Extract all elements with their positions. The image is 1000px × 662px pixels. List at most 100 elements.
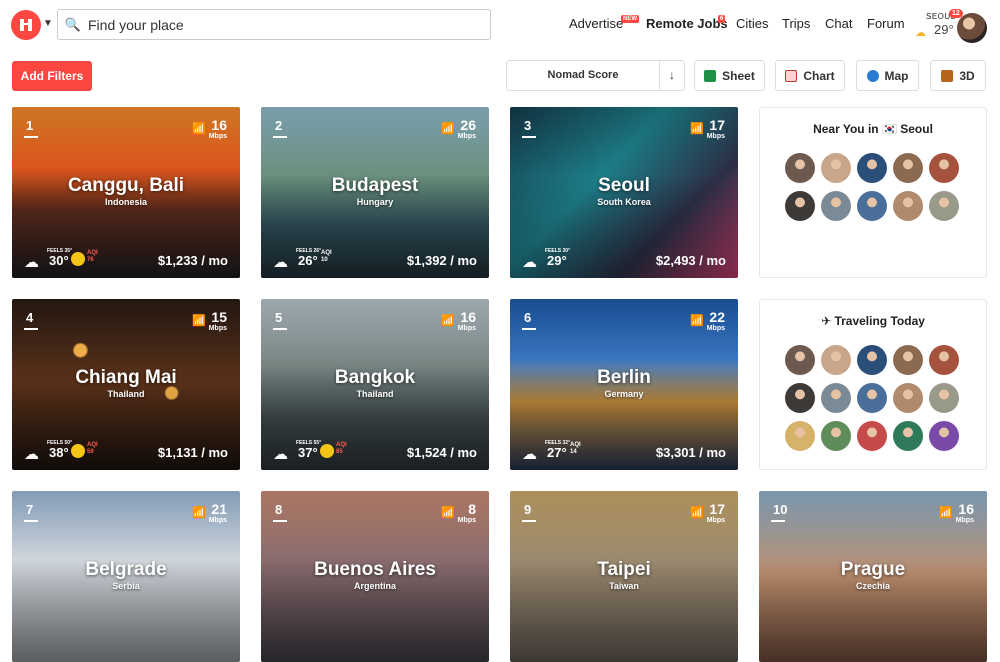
cost-per-month: $2,493 / mo: [655, 253, 726, 268]
cost-per-month: $3,301 / mo: [655, 445, 726, 460]
logo-icon: [20, 19, 32, 31]
city-card[interactable]: 3 📶 17 Mbps Seoul South Korea ☁ FEELS 30° 29° $2,…: [510, 107, 738, 278]
wifi-value: 22: [709, 309, 725, 325]
avatar[interactable]: [857, 191, 887, 221]
city-card[interactable]: 9 📶 17 Mbps Taipei Taiwan: [510, 491, 738, 662]
temperature: 38°: [49, 445, 69, 460]
city-card[interactable]: 6 📶 22 Mbps Berlin Germany ☁ FEELS 32° 27° $3,301…: [510, 299, 738, 470]
nav-remote-jobs[interactable]: Remote Jobs: [646, 16, 728, 31]
nav-trips[interactable]: Trips: [782, 16, 810, 31]
city-card[interactable]: 8 📶 8 Mbps Buenos Aires Argentina: [261, 491, 489, 662]
aqi-value: 10: [321, 257, 328, 263]
wifi-value: 16: [958, 501, 974, 517]
city-card[interactable]: 5 📶 16 Mbps Bangkok Thailand ☁ FEELS 55° 37° $1,5…: [261, 299, 489, 470]
avatar[interactable]: [785, 153, 815, 183]
aqi-label: AQI: [87, 442, 98, 448]
nav-chat[interactable]: Chat: [825, 16, 852, 31]
chart-button[interactable]: Chart: [775, 60, 845, 91]
sort-select[interactable]: Nomad Score ↓: [506, 60, 685, 91]
cost-per-month: $1,233 / mo: [157, 253, 228, 268]
logo[interactable]: [11, 10, 41, 40]
temperature: 27°: [547, 445, 567, 460]
city-card[interactable]: 4 📶 15 Mbps Chiang Mai Thailand ☁ FEELS 50° 38° $…: [12, 299, 240, 470]
add-filters-button[interactable]: Add Filters: [12, 61, 92, 91]
avatar[interactable]: [857, 345, 887, 375]
sort-direction-button[interactable]: ↓: [660, 61, 684, 90]
wifi-value: 26: [460, 117, 476, 133]
aqi-face-icon: [71, 252, 85, 266]
avatar[interactable]: [785, 383, 815, 413]
wifi-value: 8: [468, 501, 476, 517]
avatar[interactable]: [957, 13, 987, 43]
nav-cities[interactable]: Cities: [736, 16, 769, 31]
weather-temp: 29°: [934, 22, 954, 37]
search-box: 🔍: [57, 9, 491, 40]
avatar[interactable]: [929, 345, 959, 375]
country-name: South Korea: [597, 197, 651, 207]
wifi-icon: 📶: [690, 315, 704, 327]
avatar[interactable]: [893, 191, 923, 221]
avatar[interactable]: [929, 153, 959, 183]
city-card[interactable]: 7 📶 21 Mbps Belgrade Serbia: [12, 491, 240, 662]
wifi-speed: 8 Mbps: [458, 501, 476, 524]
avatar[interactable]: [785, 191, 815, 221]
avatar[interactable]: [821, 421, 851, 451]
avatar[interactable]: [929, 383, 959, 413]
temperature: 29°: [547, 253, 567, 268]
sort-label: Nomad Score: [507, 61, 660, 90]
wifi-icon: 📶: [690, 123, 704, 135]
rank: 4: [23, 310, 39, 330]
sheet-icon: [704, 69, 717, 82]
wifi-icon: 📶: [441, 123, 455, 135]
avatar[interactable]: [893, 345, 923, 375]
avatar[interactable]: [821, 191, 851, 221]
avatar[interactable]: [821, 345, 851, 375]
avatar[interactable]: [893, 153, 923, 183]
wifi-value: 16: [460, 309, 476, 325]
wifi-unit: Mbps: [457, 133, 476, 140]
cost-per-month: $1,524 / mo: [406, 445, 477, 460]
wifi-speed: 16 Mbps: [956, 501, 974, 524]
wifi-speed: 21 Mbps: [209, 501, 227, 524]
city-card[interactable]: 2 📶 26 Mbps Budapest Hungary ☁ FEELS 26° 26° $1,3…: [261, 107, 489, 278]
wifi-speed: 22 Mbps: [707, 309, 725, 332]
rank: 7: [23, 502, 39, 522]
search-input[interactable]: [88, 16, 468, 33]
avatar[interactable]: [893, 421, 923, 451]
3d-button[interactable]: 3D: [930, 60, 986, 91]
rank: 2: [272, 118, 288, 138]
avatar[interactable]: [893, 383, 923, 413]
sheet-button[interactable]: Sheet: [694, 60, 765, 91]
country-name: Thailand: [356, 389, 394, 399]
cost-per-month: $1,392 / mo: [406, 253, 477, 268]
avatar[interactable]: [821, 153, 851, 183]
avatar[interactable]: [857, 153, 887, 183]
city-name: Belgrade: [85, 559, 167, 580]
aqi: AQI 76: [87, 250, 98, 264]
rank: 8: [272, 502, 288, 522]
avatar[interactable]: [821, 383, 851, 413]
cloud-icon: ☁: [522, 254, 537, 271]
avatar[interactable]: [857, 383, 887, 413]
city-card[interactable]: 10 📶 16 Mbps Prague Czechia: [759, 491, 987, 662]
avatar[interactable]: [929, 191, 959, 221]
globe-icon: [866, 69, 879, 82]
city-name: Taipei: [597, 559, 651, 580]
city-card[interactable]: 1 📶 16 Mbps Canggu, Bali Indonesia ☁ FEELS 35° 3…: [12, 107, 240, 278]
avatar[interactable]: [785, 345, 815, 375]
rank: 6: [521, 310, 537, 330]
avatar[interactable]: [785, 421, 815, 451]
wifi-unit: Mbps: [457, 517, 476, 524]
wifi-speed: 16 Mbps: [209, 117, 227, 140]
nav-advertise[interactable]: Advertise: [569, 16, 623, 31]
nav-forum[interactable]: Forum: [867, 16, 905, 31]
cloud-icon: ☁: [24, 446, 39, 463]
temperature: 26°: [298, 253, 318, 268]
avatar[interactable]: [929, 421, 959, 451]
aqi-label: AQI: [87, 250, 98, 256]
country-name: Argentina: [353, 581, 396, 591]
avatar[interactable]: [857, 421, 887, 451]
wifi-unit: Mbps: [706, 133, 725, 140]
chevron-down-icon[interactable]: ▼: [43, 18, 53, 29]
map-button[interactable]: Map: [856, 60, 919, 91]
